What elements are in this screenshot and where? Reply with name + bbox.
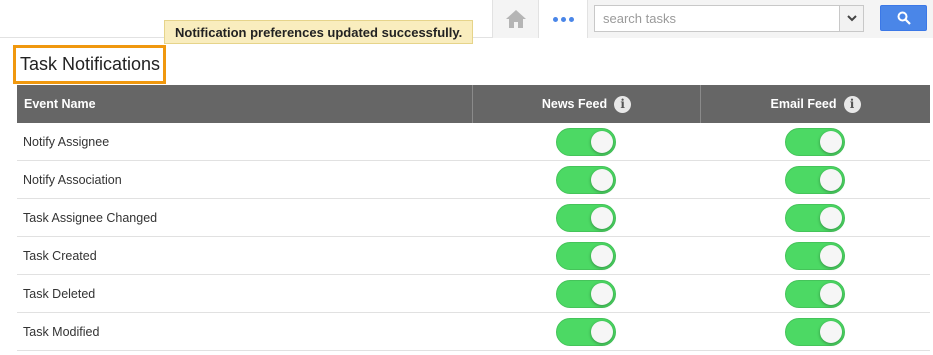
table-row: Notify Assignee bbox=[17, 123, 930, 161]
success-toast: Notification preferences updated success… bbox=[164, 20, 474, 44]
table-row: Task Deleted bbox=[17, 275, 930, 313]
toggle-knob bbox=[820, 244, 842, 267]
search-area bbox=[588, 0, 933, 38]
toggle-knob bbox=[591, 130, 613, 153]
email-feed-toggle[interactable] bbox=[785, 127, 845, 156]
search-dropdown-toggle[interactable] bbox=[839, 6, 863, 31]
table-row: Task Assignee Changed bbox=[17, 199, 930, 237]
event-name: Task Modified bbox=[23, 324, 100, 339]
email-feed-toggle[interactable] bbox=[785, 317, 845, 346]
page-title-text: Task Notifications bbox=[20, 54, 161, 74]
toggle-knob bbox=[820, 206, 842, 229]
news-feed-toggle[interactable] bbox=[556, 279, 616, 308]
email-feed-toggle[interactable] bbox=[785, 203, 845, 232]
toggle-knob bbox=[591, 282, 613, 305]
news-feed-toggle[interactable] bbox=[556, 317, 616, 346]
search-box bbox=[594, 5, 864, 32]
info-icon[interactable]: i bbox=[614, 95, 632, 113]
email-feed-toggle[interactable] bbox=[785, 241, 845, 270]
home-button[interactable] bbox=[492, 0, 538, 38]
more-options-button[interactable] bbox=[538, 0, 588, 38]
info-icon[interactable]: i bbox=[843, 95, 861, 113]
event-name: Task Assignee Changed bbox=[23, 210, 158, 225]
toggle-knob bbox=[591, 320, 613, 343]
header-news-feed: News Feed i bbox=[472, 85, 700, 123]
table-header: Event Name News Feed i Email Feed i bbox=[17, 85, 930, 123]
toggle-knob bbox=[820, 282, 842, 305]
more-dots-icon bbox=[552, 16, 558, 22]
header-email-feed: Email Feed i bbox=[700, 85, 930, 123]
news-feed-toggle[interactable] bbox=[556, 241, 616, 270]
toggle-knob bbox=[591, 206, 613, 229]
header-event-name: Event Name bbox=[24, 97, 96, 111]
email-feed-toggle[interactable] bbox=[785, 279, 845, 308]
chevron-down-icon bbox=[846, 15, 857, 22]
table-row: Notify Association bbox=[17, 161, 930, 199]
more-dots-icon bbox=[568, 16, 574, 22]
more-dots-icon bbox=[560, 16, 566, 22]
search-icon bbox=[897, 11, 911, 25]
event-name: Task Created bbox=[23, 248, 97, 263]
news-feed-toggle[interactable] bbox=[556, 165, 616, 194]
toggle-knob bbox=[820, 130, 842, 153]
page-title: Task Notifications bbox=[13, 45, 166, 84]
toggle-knob bbox=[591, 168, 613, 191]
toggle-knob bbox=[820, 168, 842, 191]
table-row: Task Modified bbox=[17, 313, 930, 351]
table-row: Task Created bbox=[17, 237, 930, 275]
search-button[interactable] bbox=[880, 5, 927, 31]
event-name: Task Deleted bbox=[23, 286, 96, 301]
event-name: Notify Association bbox=[23, 172, 122, 187]
news-feed-toggle[interactable] bbox=[556, 203, 616, 232]
search-input[interactable] bbox=[595, 6, 839, 31]
email-feed-toggle[interactable] bbox=[785, 165, 845, 194]
toggle-knob bbox=[820, 320, 842, 343]
home-icon bbox=[505, 10, 526, 28]
toggle-knob bbox=[591, 244, 613, 267]
news-feed-toggle[interactable] bbox=[556, 127, 616, 156]
event-name: Notify Assignee bbox=[23, 134, 110, 149]
notifications-table: Event Name News Feed i Email Feed i Noti… bbox=[17, 85, 930, 351]
